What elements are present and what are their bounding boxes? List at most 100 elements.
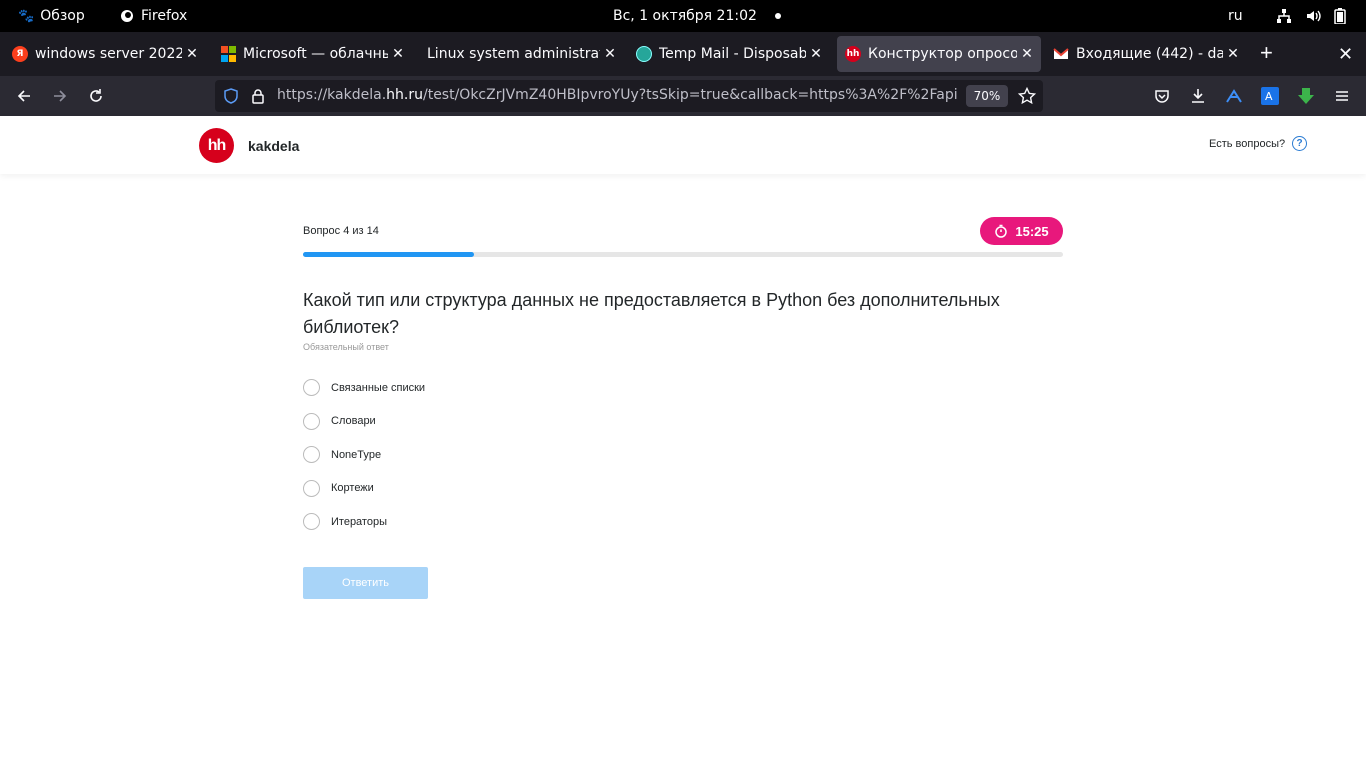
gnome-foot-icon: 🐾 [18, 8, 35, 24]
bookmark-star-icon[interactable] [1018, 87, 1036, 105]
close-window-icon[interactable]: ✕ [1338, 44, 1353, 65]
url-bar[interactable]: https://kakdela.hh.ru/test/OkcZrJVmZ40HB… [215, 80, 1043, 112]
url-text[interactable]: https://kakdela.hh.ru/test/OkcZrJVmZ40HB… [277, 87, 959, 103]
tab-linux-admin[interactable]: Linux system administrator ✕ [420, 36, 624, 72]
forward-button[interactable] [48, 84, 72, 108]
extension-blue-icon [1226, 89, 1242, 103]
url-host: hh.ru [386, 87, 423, 103]
pocket-button[interactable] [1150, 84, 1174, 108]
help-text: Есть вопросы? [1209, 137, 1286, 150]
reload-button[interactable] [84, 84, 108, 108]
radio-button[interactable] [303, 479, 320, 497]
answer-option[interactable]: Связанные списки [303, 371, 425, 405]
tab-title: windows server 2022 — [35, 46, 182, 62]
tab-gmail[interactable]: Входящие (442) - david ✕ [1047, 36, 1247, 72]
progress-bar [303, 252, 1063, 257]
tab-microsoft[interactable]: Microsoft — облачные ✕ [214, 36, 412, 72]
url-path: /test/OkcZrJVmZ40HBIpvroYUy?tsSkip=true&… [422, 87, 959, 103]
lock-icon [252, 89, 264, 104]
page-content: hh kakdela Есть вопросы? ? Вопрос 4 из 1… [0, 116, 1366, 768]
url-prefix: https://kakdela. [277, 87, 387, 103]
close-tab-icon[interactable]: ✕ [1223, 46, 1243, 62]
tab-survey-builder[interactable]: hh Конструктор опросов ✕ [837, 36, 1041, 72]
radio-button[interactable] [303, 513, 320, 531]
question-circle-icon: ? [1292, 136, 1308, 151]
app-name: Firefox [141, 8, 188, 24]
timer-badge: 15:25 [980, 217, 1063, 245]
option-label: Словари [331, 415, 376, 428]
translate-icon: A [1261, 87, 1279, 105]
option-label: Кортежи [331, 482, 374, 495]
close-tab-icon[interactable]: ✕ [388, 46, 408, 62]
clock[interactable]: Вс, 1 октября 21:02 [613, 0, 757, 32]
tab-title: Входящие (442) - david [1076, 46, 1223, 62]
answer-option[interactable]: NoneType [303, 438, 425, 472]
app-menu-firefox[interactable]: Firefox [120, 0, 187, 32]
tab-title: Temp Mail - Disposable [659, 46, 806, 62]
radio-button[interactable] [303, 379, 320, 397]
network-icon [1277, 9, 1291, 23]
option-label: Итераторы [331, 515, 387, 528]
tab-windows-server[interactable]: Я windows server 2022 — ✕ [6, 36, 206, 72]
question-counter: Вопрос 4 из 14 [303, 225, 379, 237]
help-link[interactable]: Есть вопросы? ? [1209, 136, 1308, 151]
brand-name: kakdela [248, 138, 300, 154]
download-icon [1192, 89, 1204, 103]
app-menu-button[interactable] [1330, 84, 1354, 108]
timer-value: 15:25 [1015, 223, 1049, 239]
progress-fill [303, 252, 474, 257]
stopwatch-icon [995, 224, 1008, 238]
volume-icon [1307, 10, 1321, 22]
activities-label: Обзор [40, 8, 85, 24]
shield-icon [224, 88, 238, 104]
close-tab-icon[interactable]: ✕ [182, 46, 202, 62]
hh-icon: hh [845, 46, 861, 62]
answer-option[interactable]: Итераторы [303, 505, 425, 539]
translate-button[interactable]: A [1258, 84, 1282, 108]
microsoft-icon [220, 46, 236, 62]
reload-icon [90, 89, 102, 102]
zoom-indicator[interactable]: 70% [966, 85, 1008, 107]
back-button[interactable] [12, 84, 36, 108]
pocket-icon [1155, 90, 1169, 103]
required-note: Обязательный ответ [303, 342, 389, 352]
green-download-icon [1298, 88, 1314, 104]
option-label: NoneType [331, 448, 382, 461]
new-tab-button[interactable]: + [1260, 42, 1273, 64]
question-text: Какой тип или структура данных не предос… [303, 290, 1000, 337]
close-tab-icon[interactable]: ✕ [1017, 46, 1037, 62]
arrow-left-icon [17, 90, 30, 102]
answer-options: Связанные списки Словари NoneType Кортеж… [303, 371, 425, 539]
arrow-right-icon [54, 90, 67, 102]
submit-answer-button[interactable]: Ответить [303, 567, 428, 599]
tempmail-icon [636, 46, 652, 62]
firefox-icon [121, 10, 133, 22]
activities-button[interactable]: 🐾 Обзор [18, 0, 85, 32]
option-label: Связанные списки [331, 381, 426, 394]
system-menu[interactable] [1276, 0, 1346, 32]
tab-title: Конструктор опросов [868, 46, 1017, 62]
extension-button-1[interactable] [1222, 84, 1246, 108]
battery-icon [1334, 8, 1346, 24]
downloads-button[interactable] [1186, 84, 1210, 108]
close-tab-icon[interactable]: ✕ [806, 46, 826, 62]
yandex-icon: Я [12, 46, 28, 62]
tab-title: Linux system administrator [427, 46, 600, 62]
site-header: hh kakdela Есть вопросы? ? [0, 116, 1366, 174]
tab-title: Microsoft — облачные [243, 46, 388, 62]
extension-button-2[interactable] [1294, 84, 1318, 108]
radio-button[interactable] [303, 446, 320, 464]
keyboard-layout-indicator[interactable]: ru [1228, 0, 1243, 32]
answer-option[interactable]: Словари [303, 405, 425, 439]
tab-strip: Я windows server 2022 — ✕ Microsoft — об… [0, 32, 1366, 76]
gmail-icon [1053, 46, 1069, 62]
close-tab-icon[interactable]: ✕ [600, 46, 620, 62]
svg-text:A: A [1265, 90, 1273, 103]
answer-option[interactable]: Кортежи [303, 472, 425, 506]
hh-logo[interactable]: hh [199, 128, 234, 163]
hamburger-icon [1336, 91, 1348, 101]
tab-temp-mail[interactable]: Temp Mail - Disposable ✕ [630, 36, 830, 72]
os-top-bar: 🐾 Обзор Firefox Вс, 1 октября 21:02 ru [0, 0, 1366, 32]
radio-button[interactable] [303, 412, 320, 430]
notification-dot [775, 0, 781, 32]
